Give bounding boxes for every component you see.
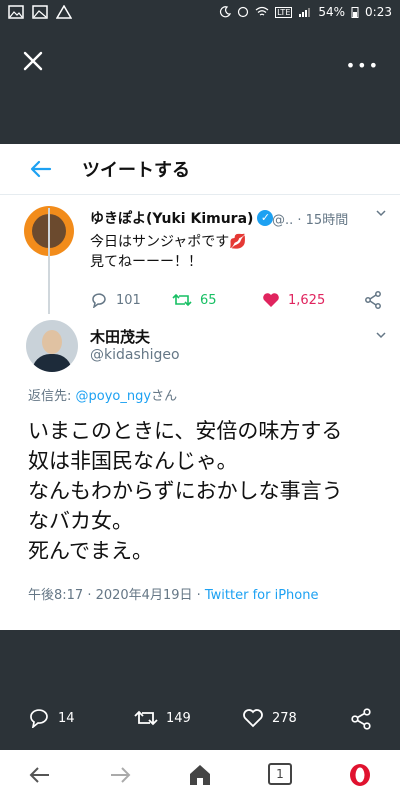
photo-icon — [8, 5, 24, 19]
avatar[interactable] — [26, 320, 78, 372]
browser-nav-bar: 1 — [0, 750, 400, 800]
opera-menu-icon[interactable] — [348, 763, 372, 787]
tweet-actions: 101 65 1,625 — [90, 290, 390, 310]
thread-line — [48, 208, 50, 314]
like-button[interactable]: 278 — [242, 708, 297, 728]
moon-icon — [220, 6, 232, 18]
forward-arrow-icon[interactable] — [108, 763, 132, 787]
like-button[interactable]: 1,625 — [262, 292, 352, 308]
close-icon[interactable] — [22, 50, 44, 72]
source-link[interactable]: Twitter for iPhone — [205, 588, 319, 603]
retweet-icon — [134, 710, 158, 726]
back-arrow-icon[interactable] — [30, 160, 52, 178]
tweet-sheet: ツイートする ゆきぽよ(Yuki Kimura) ✓ @.. · 15時間 今日… — [0, 144, 400, 630]
tabs-icon[interactable]: 1 — [268, 763, 292, 785]
sheet-header: ツイートする — [0, 144, 400, 195]
retweet-button[interactable]: 65 — [172, 292, 254, 308]
reply-icon — [92, 293, 106, 308]
wifi-icon — [255, 6, 269, 16]
heart-icon — [263, 293, 279, 307]
reply-button[interactable]: 14 — [28, 708, 75, 728]
share-icon[interactable] — [364, 291, 382, 309]
tweet-author[interactable]: ゆきぽよ(Yuki Kimura) ✓ — [90, 208, 274, 228]
back-arrow-icon[interactable] — [28, 763, 52, 787]
tweet-meta: @.. · 15時間 — [272, 213, 349, 228]
parent-tweet[interactable]: ゆきぽよ(Yuki Kimura) ✓ @.. · 15時間 今日はサンジャポで… — [0, 196, 400, 309]
retweet-button[interactable]: 149 — [134, 708, 191, 728]
bottom-action-bar: 14 149 278 — [0, 700, 400, 740]
more-options-icon[interactable]: ••• — [346, 56, 380, 75]
reply-mention-link[interactable]: @poyo_ngy — [76, 389, 152, 404]
page-title: ツイートする — [82, 160, 190, 181]
modal-top-bar: ••• — [0, 28, 400, 144]
alarm-icon — [237, 6, 249, 18]
warning-icon — [56, 5, 72, 19]
status-bar: LTE 54% 0:23 — [0, 0, 400, 28]
retweet-icon — [172, 293, 192, 307]
tweet-text: いまこのときに、安倍の味方する 奴は非国民なんじゃ。 なんもわからずにおかしな事… — [28, 419, 343, 563]
tweet-timestamp: 午後8:17 · 2020年4月19日 · Twitter for iPhone — [28, 588, 319, 603]
tweet-author[interactable]: 木田茂夫 — [90, 326, 150, 347]
signal-icon — [299, 8, 311, 17]
reply-button[interactable]: 101 — [90, 292, 160, 308]
replying-to: 返信先: @poyo_ngyさん — [28, 389, 178, 404]
chevron-down-icon[interactable] — [376, 330, 386, 340]
battery-icon — [351, 7, 359, 18]
heart-icon — [243, 709, 263, 728]
image-icon — [32, 5, 48, 19]
reply-icon — [30, 709, 48, 728]
tweet-text: 今日はサンジャポです💋 見てねーーー！！ — [90, 234, 247, 270]
chevron-down-icon[interactable] — [376, 208, 386, 218]
share-icon[interactable] — [350, 708, 372, 730]
battery-percent: 54% — [318, 5, 346, 19]
clock: 0:23 — [365, 5, 392, 19]
tweet-handle[interactable]: @kidashigeo — [90, 347, 180, 363]
volte-icon: LTE — [275, 6, 293, 18]
home-icon[interactable] — [188, 763, 212, 787]
